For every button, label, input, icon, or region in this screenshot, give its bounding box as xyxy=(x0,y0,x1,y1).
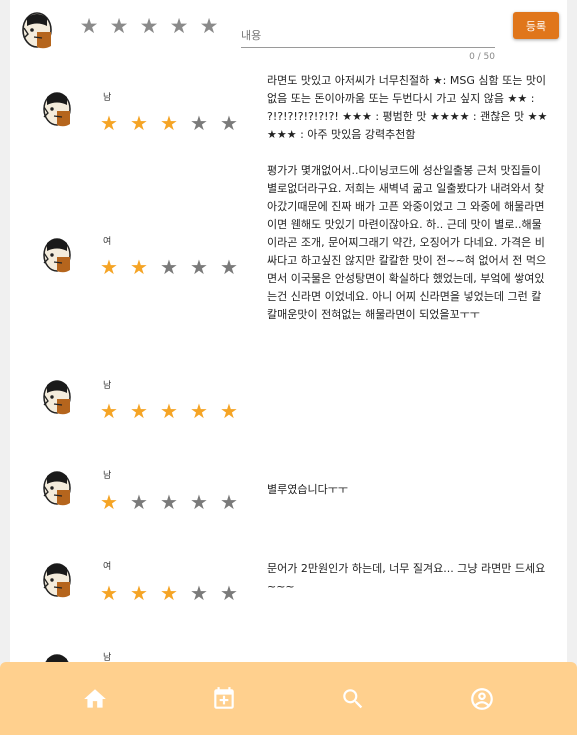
review-star-rating: ★ ★ ★ ★ ★ xyxy=(94,581,244,605)
reviewer-gender: 여 xyxy=(103,237,112,247)
review-text: 평가가 몇개없어서..다이닝코드에 성산일출봉 근처 맛집들이 별로없더라구요.… xyxy=(267,164,547,321)
star-icon: ★ xyxy=(220,581,238,605)
home-icon xyxy=(83,688,106,708)
avatar xyxy=(43,380,71,415)
reviewer-gender: 남 xyxy=(103,471,112,481)
account-icon xyxy=(471,687,494,710)
review-compose: ★ ★ ★ ★ ★ 0 / 50 등록 xyxy=(0,0,577,68)
char-counter: 0 / 50 xyxy=(469,52,495,62)
star-icon: ★ xyxy=(100,399,118,423)
star-icon: ★ xyxy=(220,111,238,135)
star-icon: ★ xyxy=(160,490,178,514)
star-icon[interactable]: ★ xyxy=(194,14,224,38)
star-icon: ★ xyxy=(100,111,118,135)
star-icon: ★ xyxy=(190,581,208,605)
star-icon: ★ xyxy=(220,255,238,279)
star-icon[interactable]: ★ xyxy=(164,14,194,38)
reviewer-gender: 남 xyxy=(103,93,112,103)
star-icon: ★ xyxy=(190,399,208,423)
nav-search[interactable] xyxy=(331,677,375,721)
star-icon[interactable]: ★ xyxy=(74,14,104,38)
review-star-rating: ★ ★ ★ ★ ★ xyxy=(94,490,244,514)
review-text: 문어가 2만원인가 하는데, 너무 질겨요... 그냥 라면만 드세요~~~ xyxy=(267,562,546,593)
review-input[interactable] xyxy=(241,24,495,47)
star-icon: ★ xyxy=(130,399,148,423)
reviewer-gender: 여 xyxy=(103,562,112,572)
star-icon: ★ xyxy=(160,581,178,605)
star-icon: ★ xyxy=(100,581,118,605)
star-icon: ★ xyxy=(160,255,178,279)
star-icon[interactable]: ★ xyxy=(104,14,134,38)
review-star-rating: ★ ★ ★ ★ ★ xyxy=(94,111,244,135)
star-icon[interactable]: ★ xyxy=(134,14,164,38)
review-text: 라면도 맛있고 아저씨가 너무친절하 ★: MSG 심함 또는 맛이없음 또는 … xyxy=(267,74,548,141)
star-icon: ★ xyxy=(100,255,118,279)
submit-button[interactable]: 등록 xyxy=(513,12,559,39)
star-icon: ★ xyxy=(100,490,118,514)
avatar xyxy=(22,12,52,49)
review-page: ★ ★ ★ ★ ★ 0 / 50 등록 남★★★★★라면도 맛있고 아저씨가 너… xyxy=(0,0,577,735)
avatar xyxy=(43,238,71,273)
compose-star-rating[interactable]: ★ ★ ★ ★ ★ xyxy=(74,14,224,38)
star-icon: ★ xyxy=(190,111,208,135)
avatar xyxy=(43,471,71,506)
star-icon: ★ xyxy=(190,490,208,514)
review-star-rating: ★ ★ ★ ★ ★ xyxy=(94,255,244,279)
star-icon: ★ xyxy=(130,581,148,605)
star-icon: ★ xyxy=(220,490,238,514)
star-icon: ★ xyxy=(190,255,208,279)
search-icon xyxy=(343,688,363,708)
star-icon: ★ xyxy=(160,111,178,135)
avatar xyxy=(43,92,71,127)
star-icon: ★ xyxy=(130,490,148,514)
star-icon: ★ xyxy=(130,111,148,135)
nav-home[interactable] xyxy=(73,677,117,721)
review-text: 별루였습니다ㅜㅜ xyxy=(267,483,348,496)
review-star-rating: ★ ★ ★ ★ ★ xyxy=(94,399,244,423)
star-icon: ★ xyxy=(220,399,238,423)
star-icon: ★ xyxy=(160,399,178,423)
review-input-wrapper xyxy=(241,24,495,48)
nav-add-event[interactable] xyxy=(202,677,246,721)
star-icon: ★ xyxy=(130,255,148,279)
reviewer-gender: 남 xyxy=(103,381,112,391)
calendar-add-icon xyxy=(214,686,234,709)
bottom-nav xyxy=(0,662,577,735)
avatar xyxy=(43,563,71,598)
nav-account[interactable] xyxy=(460,677,504,721)
